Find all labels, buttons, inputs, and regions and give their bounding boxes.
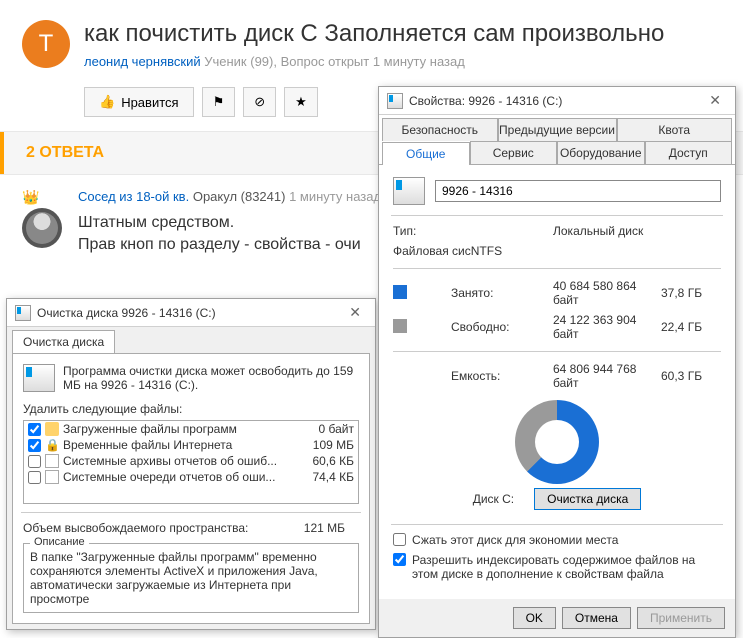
asker-link[interactable]: леонид чернявский (84, 54, 201, 69)
tab-cleanup[interactable]: Очистка диска (12, 330, 115, 353)
apply-button[interactable]: Применить (637, 607, 725, 629)
question-status: Вопрос открыт 1 минуту назад (281, 54, 465, 69)
disk-cleanup-button[interactable]: Очистка диска (534, 488, 641, 510)
drive-icon (15, 305, 31, 321)
cancel-button[interactable]: Отмена (562, 607, 631, 629)
props-general-pane: Тип: Локальный диск Файловая сисNTFS Зан… (379, 165, 735, 599)
list-item: 🔒 Временные файлы Интернета 109 МБ (24, 437, 358, 453)
list-item: Системные очереди отчетов об оши... 74,4… (24, 469, 358, 485)
capacity-label: Емкость: (451, 369, 553, 383)
free-bytes: 24 122 363 904 байт (553, 313, 661, 341)
fs-label: Файловая сисNTFS (393, 244, 553, 258)
tab-hardware[interactable]: Оборудование (557, 141, 645, 164)
freeable-label: Объем высвобождаемого пространства: (23, 521, 248, 535)
cleanup-intro: Программа очистки диска может освободить… (63, 364, 359, 392)
file-checkbox[interactable] (28, 471, 41, 484)
star-button[interactable]: ★ (284, 87, 318, 117)
drive-icon (23, 364, 55, 392)
flag-icon: ⚑ (213, 94, 225, 110)
used-gb: 37,8 ГБ (661, 286, 721, 300)
used-color-icon (393, 285, 407, 299)
disk-cleanup-dialog: Очистка диска 9926 - 14316 (C:) ✕ Очистк… (6, 298, 376, 630)
compress-checkbox[interactable] (393, 533, 406, 546)
free-gb: 22,4 ГБ (661, 320, 721, 334)
drive-icon (387, 93, 403, 109)
index-checkbox[interactable] (393, 553, 406, 566)
lock-icon: 🔒 (45, 438, 59, 452)
answerer-avatar[interactable] (22, 208, 62, 248)
like-button[interactable]: 👍Нравится (84, 87, 194, 117)
props-tabs: Безопасность Предыдущие версии Квота Общ… (379, 115, 735, 165)
document-icon (45, 454, 59, 468)
list-item: Загруженные файлы программ 0 байт (24, 421, 358, 437)
file-list-label: Удалить следующие файлы: (23, 402, 359, 416)
usage-donut-chart (515, 400, 599, 484)
cleanup-title-text: Очистка диска 9926 - 14316 (C:) (37, 306, 216, 320)
tab-quota[interactable]: Квота (617, 118, 733, 141)
props-titlebar[interactable]: Свойства: 9926 - 14316 (C:) ✕ (379, 87, 735, 115)
drive-properties-dialog: Свойства: 9926 - 14316 (C:) ✕ Безопаснос… (378, 86, 736, 638)
tab-access[interactable]: Доступ (645, 141, 733, 164)
index-option[interactable]: Разрешить индексировать содержимое файло… (393, 553, 721, 581)
capacity-bytes: 64 806 944 768 байт (553, 362, 661, 390)
compress-option[interactable]: Сжать этот диск для экономии места (393, 533, 721, 547)
file-checkbox[interactable] (28, 455, 41, 468)
star-icon: ★ (295, 94, 307, 110)
list-item: Системные архивы отчетов об ошиб... 60,6… (24, 453, 358, 469)
folder-icon (45, 422, 59, 436)
question-title: как почистить диск С Заполняется сам про… (84, 20, 664, 48)
free-label: Свободно: (451, 320, 553, 334)
asker-avatar[interactable]: Т (22, 20, 70, 68)
block-icon: ⊘ (254, 94, 265, 110)
tab-service[interactable]: Сервис (470, 141, 558, 164)
close-icon[interactable]: ✕ (703, 92, 727, 109)
drive-icon (393, 177, 425, 205)
thumb-up-icon: 👍 (99, 94, 115, 110)
type-label: Тип: (393, 224, 493, 238)
tab-general[interactable]: Общие (382, 142, 470, 165)
description-box: Описание В папке "Загруженные файлы прог… (23, 543, 359, 613)
cleanup-titlebar[interactable]: Очистка диска 9926 - 14316 (C:) ✕ (7, 299, 375, 327)
dialog-buttons: OK Отмена Применить (379, 599, 735, 637)
question-meta: леонид чернявский Ученик (99), Вопрос от… (84, 54, 664, 69)
block-button[interactable]: ⊘ (243, 87, 276, 117)
asker-rank: Ученик (99) (204, 54, 273, 69)
description-label: Описание (30, 536, 89, 548)
freeable-value: 121 МБ (304, 521, 345, 535)
bookmark-button[interactable]: ⚑ (202, 87, 236, 117)
volume-name-input[interactable] (435, 180, 721, 202)
free-color-icon (393, 319, 407, 333)
props-title-text: Свойства: 9926 - 14316 (C:) (409, 94, 562, 108)
crown-icon: 👑 (22, 189, 62, 206)
tab-previous-versions[interactable]: Предыдущие версии (498, 118, 617, 141)
answer-time: 1 минуту назад (289, 189, 381, 204)
close-icon[interactable]: ✕ (343, 304, 367, 321)
file-checkbox[interactable] (28, 439, 41, 452)
tab-security[interactable]: Безопасность (382, 118, 498, 141)
cleanup-pane: Программа очистки диска может освободить… (12, 353, 370, 624)
disk-label: Диск C: (473, 492, 514, 506)
ok-button[interactable]: OK (513, 607, 556, 629)
question-header: Т как почистить диск С Заполняется сам п… (0, 0, 743, 79)
document-icon (45, 470, 59, 484)
used-bytes: 40 684 580 864 байт (553, 279, 661, 307)
capacity-gb: 60,3 ГБ (661, 369, 721, 383)
used-label: Занято: (451, 286, 553, 300)
file-checkbox[interactable] (28, 423, 41, 436)
answerer-rank: Оракул (83241) (193, 189, 286, 204)
answerer-link[interactable]: Сосед из 18-ой кв. (78, 189, 189, 204)
file-list[interactable]: Загруженные файлы программ 0 байт 🔒 Врем… (23, 420, 359, 504)
description-text: В папке "Загруженные файлы программ" вре… (30, 550, 352, 606)
type-value: Локальный диск (553, 224, 721, 238)
